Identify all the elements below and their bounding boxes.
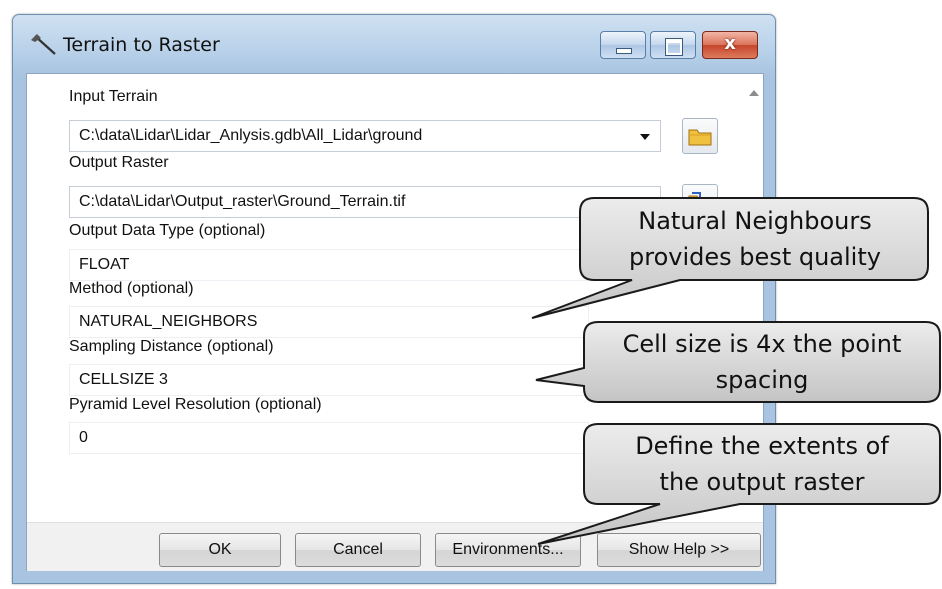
callout-cell-size: Cell size is 4x the point spacing xyxy=(584,326,940,398)
callout-natural-neighbours: Natural Neighbours provides best quality xyxy=(582,203,928,275)
callout-layer xyxy=(531,197,941,545)
callout-cell-size-line1: Cell size is 4x the point xyxy=(622,330,902,358)
callout-extents-line1: Define the extents of xyxy=(635,432,889,460)
callout-cell-size-line2: spacing xyxy=(715,366,809,394)
callout-natural-neighbours-line2: provides best quality xyxy=(629,243,881,271)
callout-natural-neighbours-line1: Natural Neighbours xyxy=(638,207,872,235)
callout-extents-line2: the output raster xyxy=(659,468,865,496)
callout-extents: Define the extents of the output raster xyxy=(584,428,940,500)
